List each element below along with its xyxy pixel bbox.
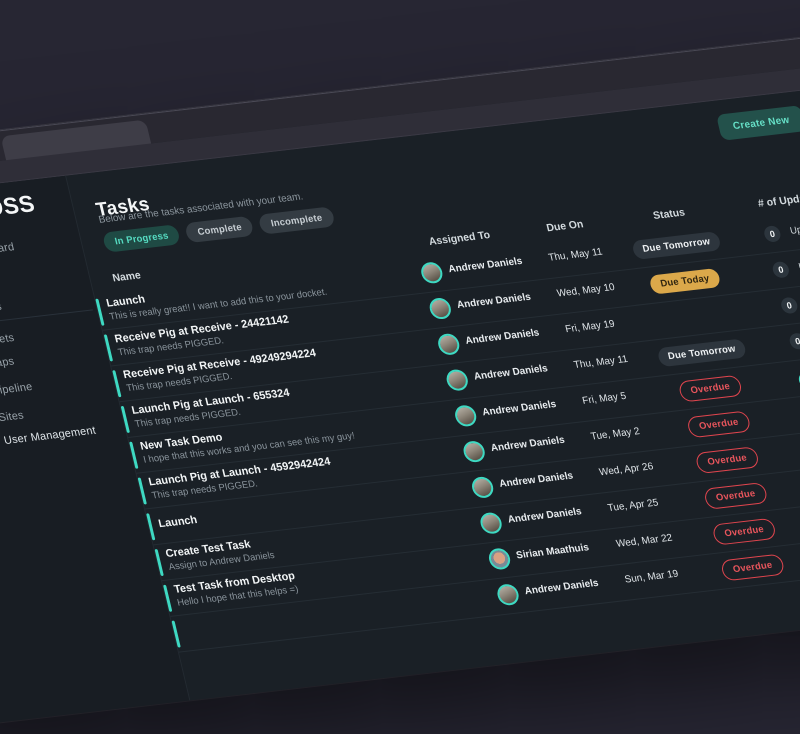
assignee-name: Sirian Maathuis	[515, 542, 590, 561]
assignee-avatar	[419, 261, 445, 284]
assignee-name: Andrew Daniels	[464, 327, 540, 346]
sidebar-item-sites[interactable]: Sites	[0, 409, 25, 424]
updates-cell	[796, 368, 800, 387]
updates-cell: 0 Updates	[762, 219, 800, 244]
column-header-name: Name	[111, 269, 142, 284]
due-date: Thu, May 11	[547, 247, 603, 264]
sidebar-item-traps[interactable]: Traps	[0, 355, 16, 370]
assignee-name: Andrew Daniels	[481, 399, 557, 418]
sidebar-item-tasks[interactable]: Tasks	[0, 301, 3, 316]
assignee-name: Andrew Daniels	[498, 470, 574, 489]
assignee-avatar	[428, 297, 454, 320]
assignee-name: Andrew Daniels	[473, 363, 549, 382]
status-badge: Overdue	[686, 410, 752, 438]
app-root: OSS Dashboard Tasks Assets Traps Pipelin…	[0, 79, 800, 734]
assignee-avatar	[453, 404, 479, 427]
column-header-updates: # of Updates	[757, 191, 800, 210]
updates-count-badge: 0	[771, 261, 790, 279]
due-date: Tue, Apr 25	[607, 497, 660, 514]
assignee-avatar	[478, 512, 504, 535]
assignee-avatar	[487, 547, 513, 570]
updates-cell: 0 Updates	[771, 255, 800, 280]
status-badge: Overdue	[694, 446, 760, 474]
status-badge: Overdue	[678, 375, 744, 403]
status-badge: Due Tomorrow	[631, 231, 722, 260]
task-name: Launch	[157, 514, 198, 530]
status-badge: Due Tomorrow	[656, 338, 747, 367]
column-header-assigned: Assigned To	[428, 229, 492, 248]
assignee-avatar	[470, 476, 496, 499]
sidebar-item-user-management[interactable]: User Management	[3, 425, 97, 448]
create-new-button[interactable]: Create New	[716, 105, 800, 141]
assignee-avatar	[436, 333, 462, 356]
due-date: Thu, May 11	[573, 354, 629, 371]
status-badge: Overdue	[711, 518, 777, 546]
updates-cell: 0 Updates	[788, 326, 800, 351]
due-date: Fri, May 5	[581, 391, 627, 407]
assignee-avatar	[495, 583, 521, 606]
sidebar-item-dashboard[interactable]: Dashboard	[0, 241, 16, 259]
updates-cell: 0 Updates	[779, 290, 800, 315]
status-badge: Due Today	[649, 268, 722, 295]
assignee-name: Andrew Daniels	[507, 506, 583, 525]
sidebar-item-pipeline[interactable]: Pipeline	[0, 381, 34, 398]
assignee-avatar	[444, 368, 470, 391]
due-date: Sun, Mar 19	[624, 569, 680, 586]
status-badge: Overdue	[720, 554, 786, 582]
due-date: Wed, Apr 26	[598, 461, 654, 478]
app-logo: OSS	[0, 190, 38, 222]
updates-count-badge: 0	[788, 332, 800, 350]
filter-in-progress[interactable]: In Progress	[102, 224, 182, 253]
due-date: Wed, Mar 22	[615, 532, 673, 549]
filter-incomplete[interactable]: Incomplete	[258, 206, 335, 234]
due-date: Fri, May 19	[564, 319, 616, 336]
tasks-page: Tasks Create New Below are the tasks ass…	[66, 79, 800, 700]
column-header-due: Due On	[545, 218, 584, 234]
assignee-name: Andrew Daniels	[490, 435, 566, 454]
assignee-name: Andrew Daniels	[447, 256, 523, 275]
browser-window: OSS Dashboard Tasks Assets Traps Pipelin…	[0, 28, 800, 734]
assignee-name: Andrew Daniels	[456, 292, 532, 311]
due-date: Wed, May 10	[556, 282, 616, 300]
due-date: Tue, May 2	[590, 426, 641, 443]
filter-complete[interactable]: Complete	[185, 216, 255, 243]
assignee-name: Andrew Daniels	[524, 578, 600, 597]
assignee-avatar	[461, 440, 487, 463]
sidebar-divider	[0, 309, 93, 326]
updates-count-badge: 0	[763, 225, 782, 243]
updates-label: Updates	[789, 222, 800, 237]
status-badge: Overdue	[703, 482, 769, 510]
sidebar-item-assets[interactable]: Assets	[0, 332, 16, 348]
updates-count-badge: 0	[780, 296, 799, 314]
